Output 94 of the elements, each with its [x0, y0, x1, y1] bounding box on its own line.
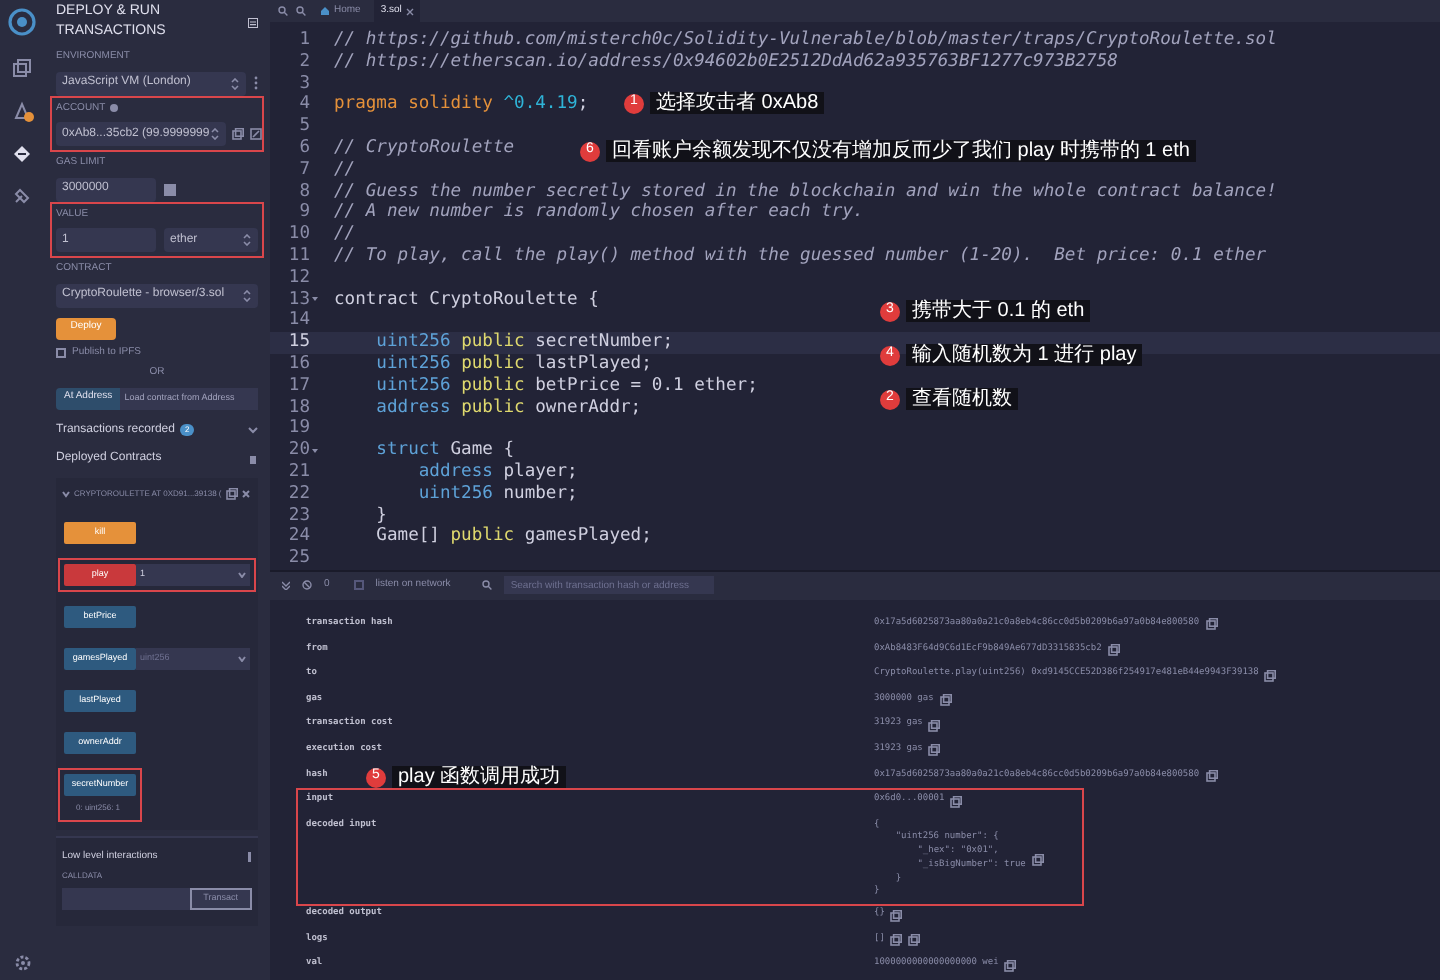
copy-icon	[939, 694, 952, 707]
caret-icon	[242, 234, 252, 246]
callout-label: play 函数调用成功	[392, 766, 567, 788]
chevron-down-icon	[248, 426, 258, 434]
code-line: // CryptoRoulette	[332, 137, 515, 160]
line-number: 10	[288, 224, 310, 246]
fold-icon[interactable]	[312, 448, 318, 455]
line-number: 22	[288, 483, 310, 506]
callout-label: 选择攻击者 0xAb8	[650, 92, 825, 114]
code-line: // https://etherscan.io/address/0x94602b0E2512DdAd62a935763BF1277c973B2758	[332, 51, 1118, 74]
deploy-icon	[12, 144, 32, 164]
chevron-down-icon	[238, 571, 246, 577]
code-line: //	[332, 224, 356, 246]
code-line: Game[] public gamesPlayed;	[374, 526, 652, 549]
code-line: address public ownerAddr;	[374, 397, 642, 419]
line-number: 20	[288, 440, 310, 462]
close-icon	[405, 7, 414, 15]
line-number: 6	[299, 137, 310, 160]
line-number: 15	[288, 332, 310, 354]
line-number: 25	[288, 548, 310, 570]
line-number: 14	[288, 310, 310, 333]
spinner-icon	[164, 183, 176, 195]
collapse-icon	[282, 580, 290, 591]
code-line: uint256 public betPrice = 0.1 ether;	[374, 375, 758, 398]
code-line: }	[374, 505, 387, 526]
search-icon	[482, 580, 493, 591]
code-line: struct Game {	[374, 440, 515, 462]
code-line: // To play, call the play() method with the guessed number (1-20). Bet price: 0.1 ether	[332, 245, 1267, 268]
line-number: 18	[288, 397, 310, 419]
files-icon	[12, 58, 32, 78]
line-number: 8	[299, 181, 310, 203]
copy-icon	[890, 934, 903, 947]
line-number: 11	[288, 245, 310, 268]
code-line: address player;	[416, 461, 578, 484]
copy-icon	[1107, 643, 1120, 656]
code-line: contract CryptoRoulette {	[332, 289, 599, 311]
copy-icon	[231, 128, 244, 140]
fold-icon[interactable]	[312, 296, 318, 303]
copy-icon	[950, 795, 963, 807]
clear-icon	[302, 580, 312, 591]
line-number: 4	[299, 94, 310, 117]
close-icon	[241, 489, 250, 497]
caret-icon	[230, 77, 240, 89]
line-number: 16	[288, 353, 310, 376]
copy-icon	[1205, 618, 1218, 631]
line-number: 21	[288, 461, 310, 484]
line-number: 9	[299, 202, 310, 225]
callout-label: 携带大于 0.1 的 eth	[906, 300, 1091, 322]
copy-icon	[928, 719, 941, 732]
copy-icon	[225, 487, 238, 499]
search-icon	[278, 6, 288, 16]
code-line: uint256 number;	[416, 483, 578, 506]
callout-label: 查看随机数	[906, 388, 1018, 410]
line-number: 23	[288, 505, 310, 527]
chevron-down-icon	[238, 655, 246, 661]
checkbox[interactable]	[353, 580, 364, 591]
copy-icon	[1264, 669, 1277, 682]
trash-icon	[248, 453, 258, 463]
caret-icon	[242, 289, 252, 301]
zoom-icon	[296, 6, 306, 16]
compiler-icon	[11, 100, 33, 122]
line-number: 17	[288, 375, 310, 398]
callout-label: 回看账户余额发现不仅没有增加反而少了我们 play 时携带的 1 eth	[606, 140, 1196, 162]
line-number: 7	[299, 159, 310, 182]
logo-icon	[8, 8, 36, 36]
caret-icon	[209, 128, 220, 140]
code-line: uint256 public lastPlayed;	[374, 353, 652, 376]
line-number: 5	[299, 116, 310, 138]
code-line: // A new number is randomly chosen after each try.	[332, 202, 864, 225]
code-line: // Guess the number secretly stored in the blockchain and win the whole contract balance!	[332, 181, 1277, 202]
edit-icon	[249, 128, 262, 140]
code-line: //	[332, 159, 356, 182]
copy-icon	[928, 744, 941, 757]
line-number: 12	[288, 267, 310, 290]
home-icon	[320, 6, 330, 16]
copy-icon	[890, 909, 903, 922]
code-line: uint256 public secretNumber;	[374, 332, 673, 354]
plug-icon	[12, 186, 32, 206]
line-number: 19	[288, 418, 310, 441]
copy-icon	[1205, 769, 1218, 782]
callout-label: 输入随机数为 1 进行 play	[906, 344, 1143, 366]
line-number: 3	[299, 73, 310, 95]
line-number: 2	[299, 51, 310, 74]
copy-icon	[1004, 959, 1017, 972]
line-number: 24	[288, 526, 310, 549]
chevron-down-icon	[62, 489, 70, 497]
settings-icon	[13, 954, 31, 972]
code-line: pragma solidity ^0.4.19;	[332, 94, 589, 117]
code-line: // https://github.com/misterch0c/Solidity-Vulnerable/blob/master/traps/CryptoRoulette.sol	[332, 30, 1277, 52]
line-number: 13	[288, 289, 310, 311]
checkbox[interactable]	[56, 347, 66, 358]
line-number: 1	[299, 30, 310, 52]
menu-icon	[248, 17, 258, 27]
copy-icon	[1031, 853, 1044, 866]
